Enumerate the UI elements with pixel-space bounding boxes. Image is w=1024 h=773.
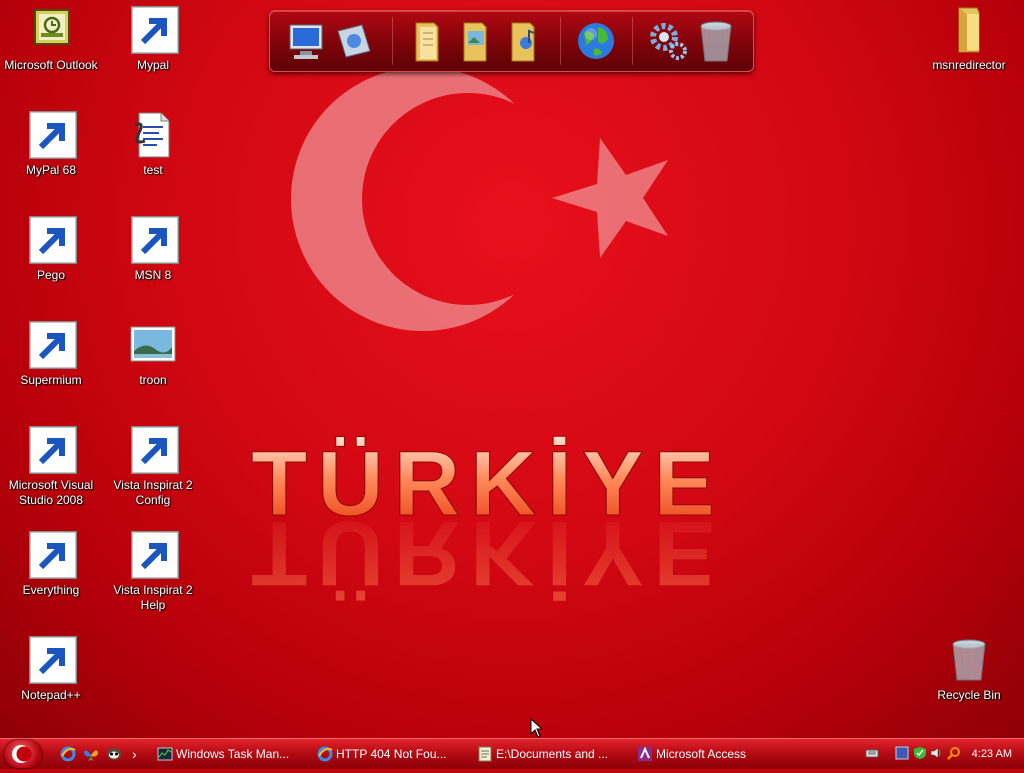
quicklaunch-msn[interactable] <box>83 746 99 762</box>
taskbar: › Windows Task Man... HTTP 404 Not Fou..… <box>0 738 1024 769</box>
dock-separator <box>560 17 561 65</box>
desktop-icon-supermium[interactable]: Supermium <box>1 321 101 388</box>
dock-item-settings[interactable] <box>646 17 690 65</box>
desktop-icon-test[interactable]: test <box>103 111 203 178</box>
desktop-icon-recycle-bin[interactable]: Recycle Bin <box>919 636 1019 703</box>
shortcut-arrow-icon <box>29 216 77 264</box>
quicklaunch-internet-explorer[interactable] <box>60 746 76 762</box>
network-icon[interactable] <box>895 746 909 760</box>
task-manager-icon <box>157 747 173 761</box>
desktop-icon-everything[interactable]: Everything <box>1 531 101 598</box>
desktop-icon-notepadpp[interactable]: Notepad++ <box>1 636 101 703</box>
shortcut-arrow-icon <box>29 531 77 579</box>
dock-item-music[interactable] <box>502 17 546 65</box>
shortcut-arrow-icon <box>131 216 179 264</box>
system-tray: 4:23 AM <box>862 742 1022 766</box>
control-panel-icon <box>337 24 371 58</box>
quicklaunch-mypal[interactable] <box>106 746 122 762</box>
taskbar-button-label: E:\Documents and ... <box>496 747 609 761</box>
taskbar-button-http-404[interactable]: HTTP 404 Not Fou... <box>314 742 486 766</box>
wallpaper-title-reflection: TÜRKİYE <box>251 502 725 604</box>
desktop-icon-pego[interactable]: Pego <box>1 216 101 283</box>
desktop-icon-msn-8[interactable]: MSN 8 <box>103 216 203 283</box>
shortcut-arrow-icon <box>29 636 77 684</box>
folder-icon <box>958 7 980 53</box>
search-icon[interactable] <box>947 746 961 760</box>
shortcut-arrow-icon <box>131 426 179 474</box>
desktop-icon-vista-inspirat-config[interactable]: Vista Inspirat 2 Config <box>103 426 203 508</box>
shield-icon[interactable] <box>913 746 927 760</box>
dock-separator <box>392 17 393 65</box>
clock[interactable]: 4:23 AM <box>972 742 1012 766</box>
star-shape <box>552 138 668 258</box>
pictures-folder-icon <box>463 22 487 62</box>
script-file-icon <box>134 112 170 158</box>
access-icon <box>638 746 652 761</box>
recycle-bin-icon <box>952 639 986 681</box>
dock-item-documents[interactable] <box>406 17 450 65</box>
desktop-icon-mypal[interactable]: Mypal <box>103 6 203 73</box>
image-file-icon <box>130 326 176 362</box>
outlook-icon <box>34 9 70 45</box>
taskbar-button-label: Microsoft Access <box>656 747 747 761</box>
shortcut-arrow-icon <box>29 321 77 369</box>
crescent-star-icon <box>12 745 32 763</box>
dock-item-pictures[interactable] <box>454 17 498 65</box>
taskbar-button-microsoft-access[interactable]: Microsoft Access <box>634 742 806 766</box>
keyboard-icon[interactable] <box>865 746 879 760</box>
quicklaunch-overflow-button[interactable]: › <box>132 742 137 766</box>
settings-gears-icon <box>650 23 687 60</box>
notepad-icon <box>478 746 492 762</box>
wallpaper-title: TÜRKİYE <box>251 433 725 535</box>
taskbar-button-label: Windows Task Man... <box>176 747 290 761</box>
shortcut-arrow-icon <box>29 111 77 159</box>
taskbar-button-documents[interactable]: E:\Documents and ... <box>474 742 646 766</box>
shortcut-arrow-icon <box>131 531 179 579</box>
taskbar-button-label: HTTP 404 Not Fou... <box>336 747 447 761</box>
desktop-icon-troon[interactable]: troon <box>103 321 203 388</box>
mouse-cursor-icon <box>530 718 542 738</box>
internet-explorer-icon <box>317 746 333 762</box>
internet-globe-icon <box>578 23 614 59</box>
desktop-icon-msnredirector[interactable]: msnredirector <box>919 6 1019 73</box>
dock-separator <box>632 17 633 65</box>
dock-bar <box>269 10 754 72</box>
dock-item-internet[interactable] <box>574 17 618 65</box>
dock-item-computer[interactable] <box>284 17 328 65</box>
shortcut-arrow-icon <box>131 6 179 54</box>
recycle-bin-icon <box>700 21 732 62</box>
documents-folder-icon <box>415 22 439 62</box>
computer-icon <box>289 24 323 59</box>
music-folder-icon <box>511 22 535 62</box>
desktop-icon-vista-inspirat-help[interactable]: ? Vista Inspirat 2 Help <box>103 531 203 613</box>
dock-item-control-panel[interactable] <box>332 17 376 65</box>
desktop-icon-mypal-68[interactable]: MyPal 68 <box>1 111 101 178</box>
desktop-icon-visual-studio[interactable]: Microsoft Visual Studio 2008 <box>1 426 101 508</box>
volume-icon[interactable] <box>929 746 943 760</box>
dock-item-recycle-bin[interactable] <box>694 17 738 65</box>
shortcut-arrow-icon <box>29 426 77 474</box>
taskbar-button-task-manager[interactable]: Windows Task Man... <box>154 742 326 766</box>
desktop-icon-outlook[interactable]: Microsoft Outlook <box>1 6 101 73</box>
start-button[interactable] <box>4 740 42 768</box>
desktop[interactable]: TÜRKİYE TÜRKİYE Microsoft Outlook MyPal … <box>0 0 1024 738</box>
